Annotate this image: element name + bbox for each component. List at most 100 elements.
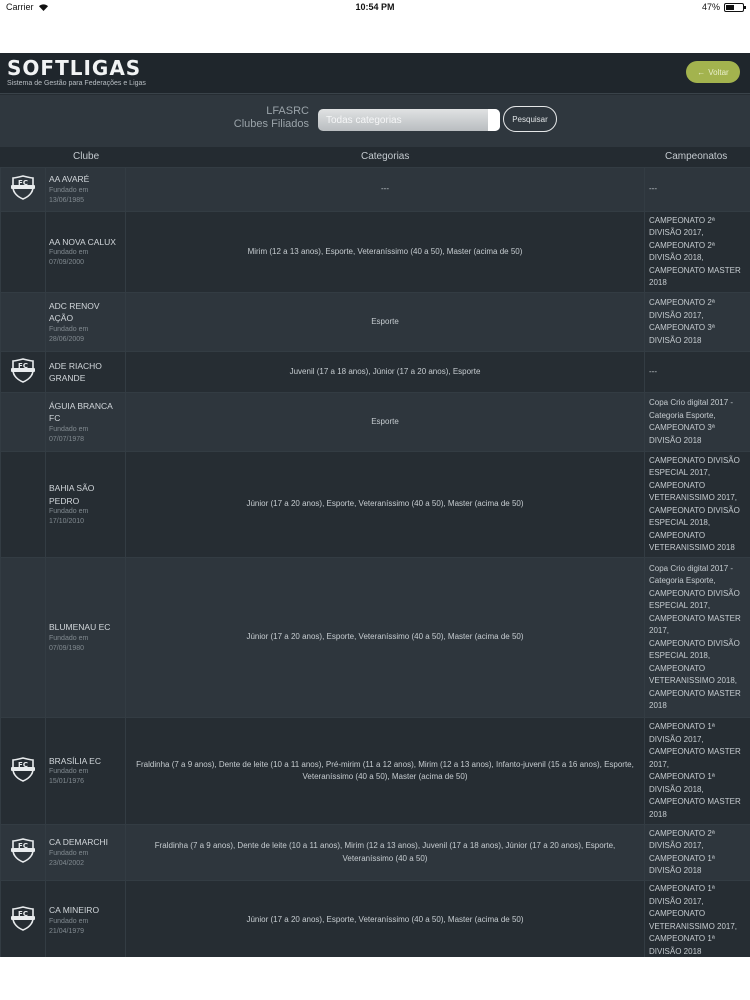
club-categories: Mirim (12 a 13 anos), Esporte, Veteranís… <box>125 211 645 293</box>
founded-label: Fundado em <box>49 249 89 257</box>
club-name-cell[interactable]: ADE RIACHO GRANDE <box>45 351 126 393</box>
club-name-cell[interactable]: BRASÍLIA EC Fundado em 15/01/1976 <box>45 717 126 825</box>
logo-wordmark: SOFTLIGAS <box>7 56 142 80</box>
championship-line: 2018 <box>649 278 667 287</box>
founded-label: Fundado em <box>49 634 89 642</box>
table-row[interactable]: FC ADE RIACHO GRANDE Juvenil (17 a 18 anos… <box>0 351 750 393</box>
logo-subtitle: Sistema de Gestão para Federações e Liga… <box>7 80 146 87</box>
founded-date: 23/04/2002 <box>49 859 85 867</box>
championship-line: --- <box>649 366 657 376</box>
club-logo-cell <box>0 292 46 352</box>
founded-date: 07/09/2000 <box>49 259 85 267</box>
championship-line: CAMPEONATO 3ª <box>649 423 715 432</box>
club-name-cell[interactable]: BLUMENAU EC Fundado em 07/09/1980 <box>45 557 126 718</box>
club-name: ADC RENOV AÇÃO <box>49 300 100 324</box>
column-header-categories: Categorias <box>361 151 410 162</box>
championship-line: ESPECIAL 2018, <box>649 651 711 660</box>
table-header: Clube Categorias Campeonatos <box>0 147 750 167</box>
championship-line: --- <box>649 184 657 194</box>
championship-line: DIVISÃO 2018 <box>649 866 702 875</box>
table-row[interactable]: BLUMENAU EC Fundado em 07/09/1980 Júnior (1… <box>0 557 750 718</box>
club-name: CA DEMARCHI <box>49 837 109 848</box>
ios-status-bar: Carrier 10:54 PM 47% <box>0 0 750 14</box>
club-name-cell[interactable]: AA NOVA CALUX Fundado em 07/09/2000 <box>45 211 126 293</box>
club-categories: Juvenil (17 a 18 anos), Júnior (17 a 20 … <box>125 351 645 393</box>
championship-line: DIVISÃO 2017, <box>649 310 704 320</box>
select-toggle[interactable] <box>488 109 500 131</box>
championship-line: ESPECIAL 2018, <box>649 518 711 527</box>
championship-line: CAMPEONATO 3ª <box>649 323 715 332</box>
club-name-cell[interactable]: AA AVARÉ Fundado em 13/06/1985 <box>45 167 126 212</box>
svg-text:FC: FC <box>18 910 28 918</box>
club-championships: --- <box>644 167 750 212</box>
table-row[interactable]: FC AA AVARÉ Fundado em 13/06/1985 --- --- <box>0 167 750 212</box>
club-name: BRASÍLIA EC <box>49 755 101 766</box>
championship-line: 2017, <box>649 759 670 769</box>
championship-line: Categoria Esporte, <box>649 576 716 585</box>
championship-line: CAMPEONATO 2ª <box>649 215 715 225</box>
championship-line: CAMPEONATO <box>649 663 706 673</box>
club-name-cell[interactable]: BAHIA SÃO PEDRO Fundado em 17/10/2010 <box>45 451 126 558</box>
championship-line: DIVISÃO 2017, <box>649 734 704 744</box>
championship-line: VETERANISSIMO 2018 <box>649 543 735 552</box>
championship-line: CAMPEONATO DIVISÃO <box>649 505 740 515</box>
clubs-table: FC AA AVARÉ Fundado em 13/06/1985 --- --- AA N… <box>0 167 750 957</box>
search-button[interactable]: Pesquisar <box>503 106 557 132</box>
championship-line: DIVISÃO 2018 <box>649 435 702 445</box>
club-championships: CAMPEONATO 2ª DIVISÃO 2017, CAMPEONATO 1ª D… <box>644 824 750 881</box>
founded-date: 07/09/1980 <box>49 644 85 652</box>
category-select[interactable]: Todas categorias <box>318 109 500 131</box>
championship-line: VETERANISSIMO 2017, <box>649 921 738 931</box>
table-row[interactable]: AA NOVA CALUX Fundado em 07/09/2000 Mirim (… <box>0 211 750 293</box>
championship-line: Categoria Esporte, <box>649 410 716 420</box>
table-row[interactable]: FC CA MINEIRO Fundado em 21/04/1979 Júnior (… <box>0 880 750 957</box>
founded-label: Fundado em <box>49 425 89 433</box>
club-categories: Júnior (17 a 20 anos), Esporte, Veteraní… <box>125 557 645 718</box>
championship-line: CAMPEONATO MASTER <box>649 613 741 623</box>
championship-line: CAMPEONATO 1ª <box>649 884 715 893</box>
club-championships: CAMPEONATO 2ª DIVISÃO 2017, CAMPEONATO 2ª D… <box>644 211 750 293</box>
founded-label: Fundado em <box>49 186 89 194</box>
club-name-cell[interactable]: ÁGUIA BRANCA FC Fundado em 07/07/1978 <box>45 392 126 452</box>
founded-date: 15/01/1976 <box>49 778 85 786</box>
club-championships: --- <box>644 351 750 393</box>
club-logo-cell: FC <box>0 717 46 825</box>
club-name-cell[interactable]: CA DEMARCHI Fundado em 23/04/2002 <box>45 824 126 881</box>
table-row[interactable]: ADC RENOV AÇÃO Fundado em 28/06/2009 Esport… <box>0 292 750 352</box>
table-row[interactable]: FC CA DEMARCHI Fundado em 23/04/2002 Fraldin… <box>0 824 750 881</box>
championship-line: CAMPEONATO <box>649 530 706 540</box>
championship-line: DIVISÃO 2017, <box>649 896 704 906</box>
founded-date: 21/04/1979 <box>49 927 85 935</box>
club-logo-cell <box>0 211 46 293</box>
championship-line: 2018 <box>649 809 667 819</box>
club-name-cell[interactable]: CA MINEIRO Fundado em 21/04/1979 <box>45 880 126 957</box>
founded-date: 13/06/1985 <box>49 196 85 204</box>
svg-text:FC: FC <box>18 761 28 769</box>
league-title: LFASRC Clubes Filiados <box>214 105 309 131</box>
league-subtitle: Clubes Filiados <box>233 118 309 130</box>
table-row[interactable]: FC BRASÍLIA EC Fundado em 15/01/1976 Fraldin… <box>0 717 750 825</box>
championship-line: 2017, <box>649 626 670 635</box>
championship-line: DIVISÃO 2017, <box>649 841 704 850</box>
top-header: SOFTLIGAS Sistema de Gestão para Federaç… <box>0 53 750 94</box>
back-button[interactable]: ← Voltar <box>686 61 740 83</box>
championship-line: CAMPEONATO 2ª <box>649 298 715 307</box>
championship-line: CAMPEONATO 1ª <box>649 772 715 781</box>
founded-date: 28/06/2009 <box>49 335 85 343</box>
championship-line: CAMPEONATO DIVISÃO <box>649 455 740 465</box>
championship-line: DIVISÃO 2018, <box>649 784 704 794</box>
table-row[interactable]: BAHIA SÃO PEDRO Fundado em 17/10/2010 Júnio… <box>0 451 750 558</box>
club-categories: Fraldinha (7 a 9 anos), Dente de leite (… <box>125 824 645 881</box>
championship-line: VETERANISSIMO 2017, <box>649 493 738 502</box>
championship-line: CAMPEONATO MASTER <box>649 797 741 806</box>
category-select-value: Todas categorias <box>326 114 402 126</box>
battery-percent: 47% <box>701 2 720 12</box>
club-championships: Copa Crio digital 2017 - Categoria Esport… <box>644 392 750 452</box>
club-categories: Júnior (17 a 20 anos), Esporte, Veteraní… <box>125 451 645 558</box>
club-name: ADE RIACHO GRANDE <box>49 360 102 384</box>
club-championships: CAMPEONATO 1ª DIVISÃO 2017, CAMPEONATO MAS… <box>644 717 750 825</box>
svg-text:FC: FC <box>18 842 28 850</box>
club-name-cell[interactable]: ADC RENOV AÇÃO Fundado em 28/06/2009 <box>45 292 126 352</box>
club-name: AA NOVA CALUX <box>49 236 116 247</box>
table-row[interactable]: ÁGUIA BRANCA FC Fundado em 07/07/1978 Espor… <box>0 392 750 452</box>
